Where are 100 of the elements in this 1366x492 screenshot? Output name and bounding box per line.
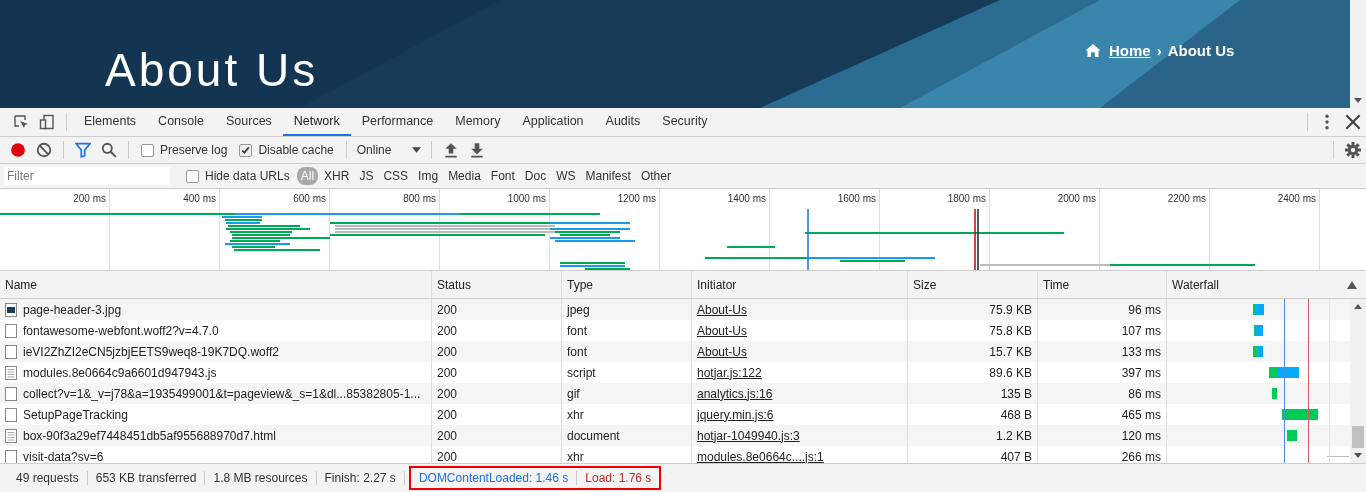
text-file-icon xyxy=(5,428,17,443)
type-filter[interactable]: Img xyxy=(414,167,443,185)
size-value: 15.7 KB xyxy=(989,344,1032,359)
column-header[interactable]: Size xyxy=(913,277,937,292)
waterfall-bar xyxy=(1282,409,1318,420)
resource-type: gif xyxy=(567,386,580,401)
inspect-icon[interactable] xyxy=(13,114,29,130)
initiator-link[interactable]: jquery.min.js:6 xyxy=(697,407,774,422)
timeline-tick-label: 400 ms xyxy=(183,193,216,204)
type-filter[interactable]: JS xyxy=(355,167,378,185)
type-filter[interactable]: WS xyxy=(552,167,580,185)
scroll-down-icon[interactable] xyxy=(1354,453,1362,458)
summary-text: 1.8 MB resources xyxy=(205,471,317,485)
type-filter[interactable]: Doc xyxy=(520,167,551,185)
devtools-tab[interactable]: Memory xyxy=(444,108,512,136)
summary-text: 49 requests xyxy=(8,471,88,485)
devtools-tab[interactable]: Network xyxy=(282,108,351,136)
devtools-tab[interactable]: Console xyxy=(147,108,215,136)
device-icon[interactable] xyxy=(39,114,55,130)
initiator-link[interactable]: analytics.js:16 xyxy=(697,386,773,401)
search-icon[interactable] xyxy=(101,142,117,158)
column-header[interactable]: Name xyxy=(5,277,37,292)
column-header[interactable]: Waterfall xyxy=(1172,277,1219,292)
waterfall-bar xyxy=(1254,325,1263,336)
devtools-tab[interactable]: Application xyxy=(511,108,595,136)
request-name[interactable]: ieVI2ZhZI2eCN5jzbjEETS9weq8-19K7DQ.woff2 xyxy=(23,344,279,359)
time-value: 266 ms xyxy=(1121,449,1161,463)
type-filter[interactable]: Font xyxy=(486,167,519,185)
filter-field[interactable]: Filter xyxy=(4,167,170,185)
scrollbar[interactable] xyxy=(1350,0,1366,108)
size-value: 407 B xyxy=(1000,449,1032,463)
file-icon xyxy=(5,344,17,359)
summary-text: 653 KB transferred xyxy=(87,471,206,485)
caret-icon[interactable] xyxy=(411,147,421,153)
devtools-tab[interactable]: Performance xyxy=(350,108,445,136)
initiator-link[interactable]: modules.8e0664c....js:1 xyxy=(697,449,824,463)
column-header[interactable]: Type xyxy=(567,277,593,292)
initiator-link[interactable]: About-Us xyxy=(697,302,748,317)
hide-data-urls-checkbox[interactable]: Hide data URLs xyxy=(186,169,290,183)
filter-icon[interactable] xyxy=(75,142,91,158)
time-value: 465 ms xyxy=(1121,407,1161,422)
resource-type: xhr xyxy=(567,407,584,422)
time-value: 86 ms xyxy=(1128,386,1161,401)
type-filter[interactable]: XHR xyxy=(320,167,354,185)
type-filter[interactable]: Manifest xyxy=(581,167,635,185)
scroll-thumb[interactable] xyxy=(1352,426,1364,448)
preserve-log-checkbox[interactable]: Preserve log xyxy=(141,143,228,157)
upload-icon[interactable] xyxy=(442,142,459,158)
scroll-up-icon[interactable] xyxy=(1354,304,1362,309)
time-value: 397 ms xyxy=(1121,365,1161,380)
timeline-tick-label: 600 ms xyxy=(293,193,326,204)
request-name[interactable]: page-header-3.jpg xyxy=(23,302,122,317)
request-name[interactable]: box-90f3a29ef7448451db5af955688970d7.html xyxy=(23,428,276,443)
breadcrumb-link[interactable]: Home xyxy=(1109,42,1151,59)
throttling-dropdown[interactable]: Online xyxy=(352,143,425,157)
timeline-tick-label: 1800 ms xyxy=(947,193,986,204)
dom-content-loaded-time: DOMContentLoaded: 1.46 s xyxy=(410,471,578,485)
request-name[interactable]: visit-data?sv=6 xyxy=(23,449,104,463)
timeline-tick-label: 1200 ms xyxy=(617,193,656,204)
size-value: 135 B xyxy=(1000,386,1032,401)
devtools-tab[interactable]: Sources xyxy=(215,108,283,136)
timeline-tick-label: 1400 ms xyxy=(727,193,766,204)
time-value: 133 ms xyxy=(1121,344,1161,359)
status-code: 200 xyxy=(437,386,458,401)
devtools-tab[interactable]: Audits xyxy=(594,108,652,136)
type-filter[interactable]: Media xyxy=(444,167,485,185)
disable-cache-checkbox[interactable]: Disable cache xyxy=(239,143,334,157)
timeline-tick-label: 200 ms xyxy=(73,193,106,204)
request-name[interactable]: fontawesome-webfont.woff2?v=4.7.0 xyxy=(23,323,219,338)
initiator-link[interactable]: About-Us xyxy=(697,344,748,359)
clear-icon[interactable] xyxy=(36,142,52,158)
size-value: 1.2 KB xyxy=(995,428,1032,443)
scrollbar[interactable] xyxy=(1350,299,1366,463)
devtools-tab[interactable]: Elements xyxy=(73,108,148,136)
initiator-link[interactable]: hotjar.js:122 xyxy=(697,365,762,380)
image-file-icon xyxy=(5,302,17,317)
initiator-link[interactable]: hotjar-1049940.js:3 xyxy=(697,428,800,443)
timeline-tick-label: 1600 ms xyxy=(837,193,876,204)
settings-icon[interactable] xyxy=(1345,142,1361,158)
more-icon[interactable] xyxy=(1324,114,1330,130)
request-name[interactable]: SetupPageTracking xyxy=(23,407,128,422)
devtools-tab[interactable]: Security xyxy=(651,108,719,136)
column-header[interactable]: Time xyxy=(1043,277,1070,292)
record-icon[interactable] xyxy=(10,142,26,158)
initiator-link[interactable]: About-Us xyxy=(697,323,748,338)
column-header[interactable]: Initiator xyxy=(697,277,737,292)
waterfall-bar xyxy=(1272,388,1277,399)
file-icon xyxy=(5,323,17,338)
scroll-down-icon[interactable] xyxy=(1354,98,1362,103)
type-filter[interactable]: Other xyxy=(636,167,675,185)
timeline-tick-label: 800 ms xyxy=(403,193,436,204)
request-name[interactable]: modules.8e0664c9a6601d947943.js xyxy=(23,365,217,380)
download-icon[interactable] xyxy=(468,142,485,158)
request-name[interactable]: collect?v=1&_v=j78&a=1935499001&t=pageview&_s=1&dl...85382805-1... xyxy=(23,386,421,401)
sort-icon[interactable] xyxy=(1347,280,1357,289)
status-code: 200 xyxy=(437,323,458,338)
column-header[interactable]: Status xyxy=(437,277,472,292)
resource-type: font xyxy=(567,344,587,359)
close-icon[interactable] xyxy=(1345,114,1361,130)
type-filter[interactable]: CSS xyxy=(379,167,413,185)
